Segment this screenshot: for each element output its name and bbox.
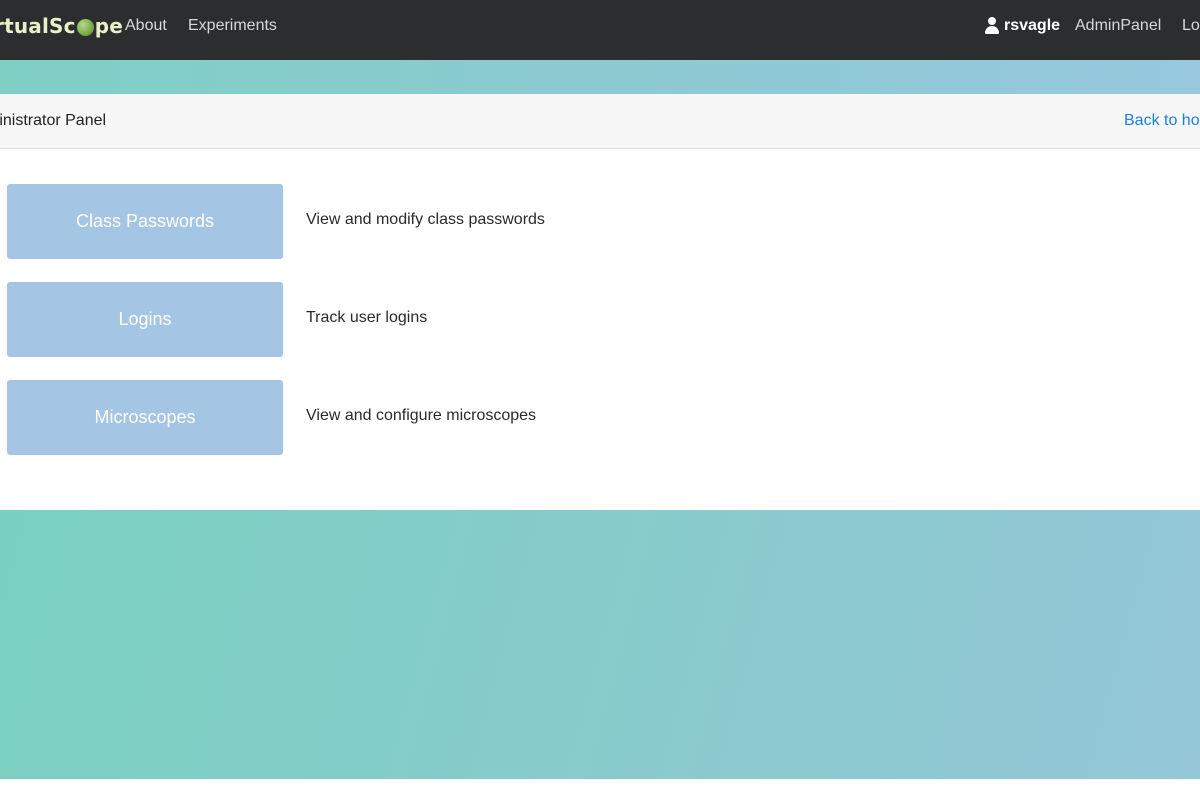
brand-text-suffix: pe <box>94 14 123 38</box>
nav-link-about[interactable]: About <box>125 16 167 36</box>
username-label: rsvagle <box>1004 17 1061 34</box>
microscopes-description: View and configure microscopes <box>306 407 537 424</box>
nav-link-experiments[interactable]: Experiments <box>188 16 277 36</box>
class-passwords-description: View and modify class passwords <box>306 211 545 228</box>
logins-description: Track user logins <box>306 309 428 326</box>
back-to-home-link[interactable]: Back to ho <box>1124 112 1200 130</box>
admin-action-row: Microscopes View and configure microscop… <box>0 380 1200 455</box>
nav-link-logout[interactable]: Lo <box>1182 16 1200 36</box>
brand-text-prefix: rtualSc <box>0 14 76 38</box>
nav-user-menu[interactable]: rsvagle <box>984 16 1060 36</box>
microscopes-button[interactable]: Microscopes <box>7 380 283 455</box>
admin-action-row: Logins Track user logins <box>0 282 1200 357</box>
panel-title: ministrator Panel <box>0 112 107 129</box>
brand-logo[interactable]: rtualSc pe <box>0 13 123 39</box>
nav-link-admin-panel[interactable]: AdminPanel <box>1075 16 1161 36</box>
gradient-band-bottom <box>0 510 1200 779</box>
gradient-band-top <box>0 60 1200 94</box>
top-navbar: rtualSc pe About Experiments rsvagle Adm… <box>0 0 1200 60</box>
admin-action-row: Class Passwords View and modify class pa… <box>0 184 1200 259</box>
microscope-lens-icon <box>76 18 94 36</box>
user-icon <box>984 17 1000 35</box>
logins-button[interactable]: Logins <box>7 282 283 357</box>
page: rtualSc pe About Experiments rsvagle Adm… <box>0 0 1200 800</box>
panel-header: ministrator Panel Back to ho <box>0 94 1200 149</box>
class-passwords-button[interactable]: Class Passwords <box>7 184 283 259</box>
